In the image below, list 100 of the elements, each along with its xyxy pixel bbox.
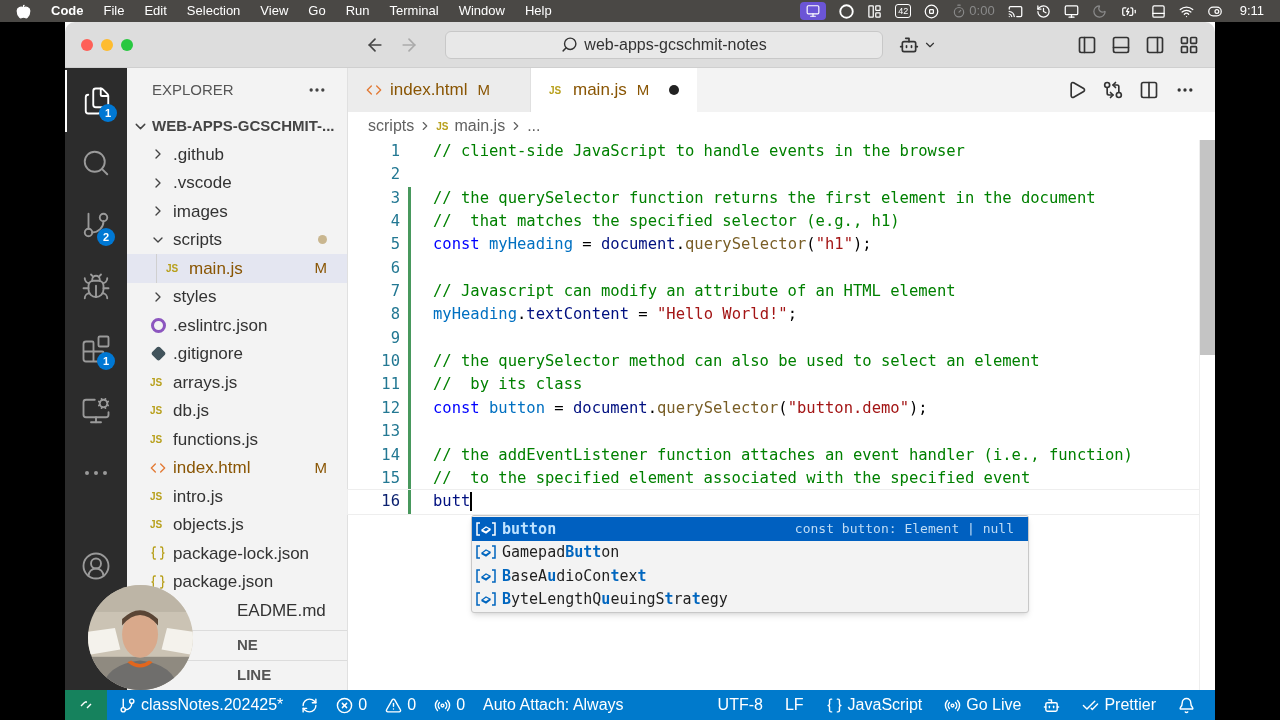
error-icon[interactable]	[336, 696, 354, 714]
account-icon	[81, 551, 111, 581]
status-item[interactable]: Prettier	[1104, 693, 1156, 717]
control-center-icon[interactable]	[1206, 3, 1223, 19]
command-center[interactable]: web-apps-gcschmit-notes	[445, 30, 883, 59]
suggestion-item[interactable]: BaseAudioContext	[472, 564, 1028, 588]
breadcrumb-item[interactable]: scripts	[368, 114, 415, 138]
status-item[interactable]: 0	[358, 693, 368, 717]
clock[interactable]: 9:11	[1239, 1, 1264, 21]
status-item[interactable]: 0	[407, 693, 417, 717]
file-name: .github	[173, 143, 225, 166]
line-number: 12	[380, 397, 400, 419]
panel-icon[interactable]	[1150, 3, 1166, 19]
suggestion-item[interactable]: button const button: Element | null	[472, 517, 1028, 541]
status-item[interactable]: JavaScript	[847, 693, 923, 717]
menu-item[interactable]: Help	[524, 1, 552, 21]
menu-item[interactable]: Edit	[144, 1, 167, 21]
activity-bar-item[interactable]: 2	[65, 194, 127, 256]
file-name: images	[173, 200, 228, 223]
timer-icon[interactable]	[952, 4, 967, 18]
menu-item[interactable]: Code	[51, 1, 84, 21]
menu-item[interactable]: Run	[345, 1, 370, 21]
file-tree-item[interactable]: JS objects.js	[127, 510, 347, 539]
menu-item[interactable]: File	[103, 1, 125, 21]
branch-icon[interactable]	[119, 696, 136, 714]
history-icon[interactable]	[1035, 3, 1051, 19]
screen-share-button[interactable]	[800, 2, 827, 20]
file-tree-item[interactable]: styles	[127, 282, 347, 311]
file-tree-item[interactable]: EADME.md	[207, 596, 347, 625]
stop-icon[interactable]	[924, 3, 940, 19]
variable-icon	[476, 545, 496, 560]
file-tree-item[interactable]: .eslintrc.json	[127, 311, 347, 340]
git-file-icon	[150, 346, 166, 362]
suggestion-item[interactable]: GamepadButton	[472, 540, 1028, 564]
folder-header[interactable]: WEB-APPS-GCSCHMIT-...	[127, 112, 347, 140]
code-line: // to the specified element associated with the specified event	[433, 467, 1031, 489]
section-header[interactable]: NE	[207, 631, 258, 660]
run-icon[interactable]	[1067, 80, 1087, 100]
file-tree-item[interactable]: index.html M	[127, 453, 347, 482]
editor-tab[interactable]: JS main.js M	[531, 68, 698, 112]
menu-item[interactable]: Terminal	[389, 1, 439, 21]
file-tree-item[interactable]: package-lock.json	[127, 539, 347, 568]
menu-item[interactable]: Go	[308, 1, 326, 21]
file-tree-item[interactable]: JS db.js	[127, 396, 347, 425]
search-icon	[561, 36, 579, 53]
compare-changes-icon[interactable]	[1103, 80, 1123, 100]
secondary-sidebar-icon[interactable]	[1145, 34, 1165, 55]
bell-icon[interactable]	[1178, 696, 1195, 714]
sync-icon[interactable]	[301, 696, 319, 714]
panel-toggle-icon[interactable]	[1111, 34, 1131, 55]
status-item[interactable]: Auto Attach: Always	[483, 693, 624, 717]
split-editor-icon[interactable]	[1139, 80, 1159, 100]
code-line: // the querySelector method can also be used to select an element	[433, 351, 1040, 373]
braces-icon[interactable]	[825, 696, 843, 714]
line-number: 13	[380, 421, 400, 443]
sidebar-toggle-icon[interactable]	[1077, 34, 1097, 55]
record-icon[interactable]	[839, 3, 855, 19]
section-header[interactable]: LINE	[207, 661, 272, 690]
status-item[interactable]: Go Live	[966, 693, 1022, 717]
editor-tab[interactable]: index.html M	[348, 68, 531, 112]
code-line: myHeading.textContent = "Hello World!";	[433, 304, 797, 326]
app-badge[interactable]: 42	[895, 4, 912, 18]
file-tree-item[interactable]: JS intro.js	[127, 482, 347, 511]
file-tree-item[interactable]: .gitignore	[127, 339, 347, 368]
line-number: 1	[389, 141, 400, 163]
display-icon[interactable]	[1063, 3, 1079, 19]
count-badge: 1	[97, 352, 115, 370]
status-item[interactable]: LF	[784, 693, 804, 717]
file-name: db.js	[173, 400, 209, 422]
file-tree-item[interactable]: images	[127, 197, 347, 226]
moon-icon[interactable]	[1091, 3, 1107, 19]
file-tree-item[interactable]: .github	[127, 140, 347, 169]
warning-icon[interactable]	[385, 696, 403, 714]
layout-icon[interactable]	[867, 3, 883, 19]
file-tree-item[interactable]: JS main.js M	[127, 254, 347, 283]
breadcrumb-item[interactable]: ...	[527, 114, 541, 138]
line-number: 5	[389, 234, 400, 256]
file-tree-item[interactable]: .vscode	[127, 168, 347, 197]
status-item[interactable]: UTF-8	[717, 693, 763, 717]
scrollbar-thumb[interactable]	[1200, 140, 1215, 355]
status-item[interactable]: classNotes.202425*	[141, 693, 284, 717]
variable-icon	[476, 521, 496, 536]
layout-icon[interactable]	[1179, 34, 1199, 55]
menu-item[interactable]: View	[260, 1, 289, 21]
code-line: // by its class	[433, 374, 583, 396]
branch-icon	[81, 210, 111, 240]
file-tree-item[interactable]: JS functions.js	[127, 425, 347, 454]
status-item[interactable]: 0	[456, 693, 466, 717]
suggestion-item[interactable]: ByteLengthQueuingStrategy	[472, 587, 1028, 611]
activity-bar-item[interactable]: 1	[65, 318, 127, 380]
cast-icon[interactable]	[1007, 3, 1023, 19]
copilot-icon[interactable]	[1043, 696, 1061, 714]
file-tree-item[interactable]: JS arrays.js	[127, 368, 347, 397]
file-tree-item[interactable]: scripts	[127, 225, 347, 254]
apple-icon[interactable]	[16, 3, 31, 19]
menu-item[interactable]: Window	[458, 1, 505, 21]
breadcrumb-item[interactable]: main.js	[454, 114, 506, 138]
js-file-icon: JS	[150, 488, 166, 504]
menu-item[interactable]: Selection	[186, 1, 241, 21]
wifi-icon[interactable]	[1178, 3, 1194, 19]
